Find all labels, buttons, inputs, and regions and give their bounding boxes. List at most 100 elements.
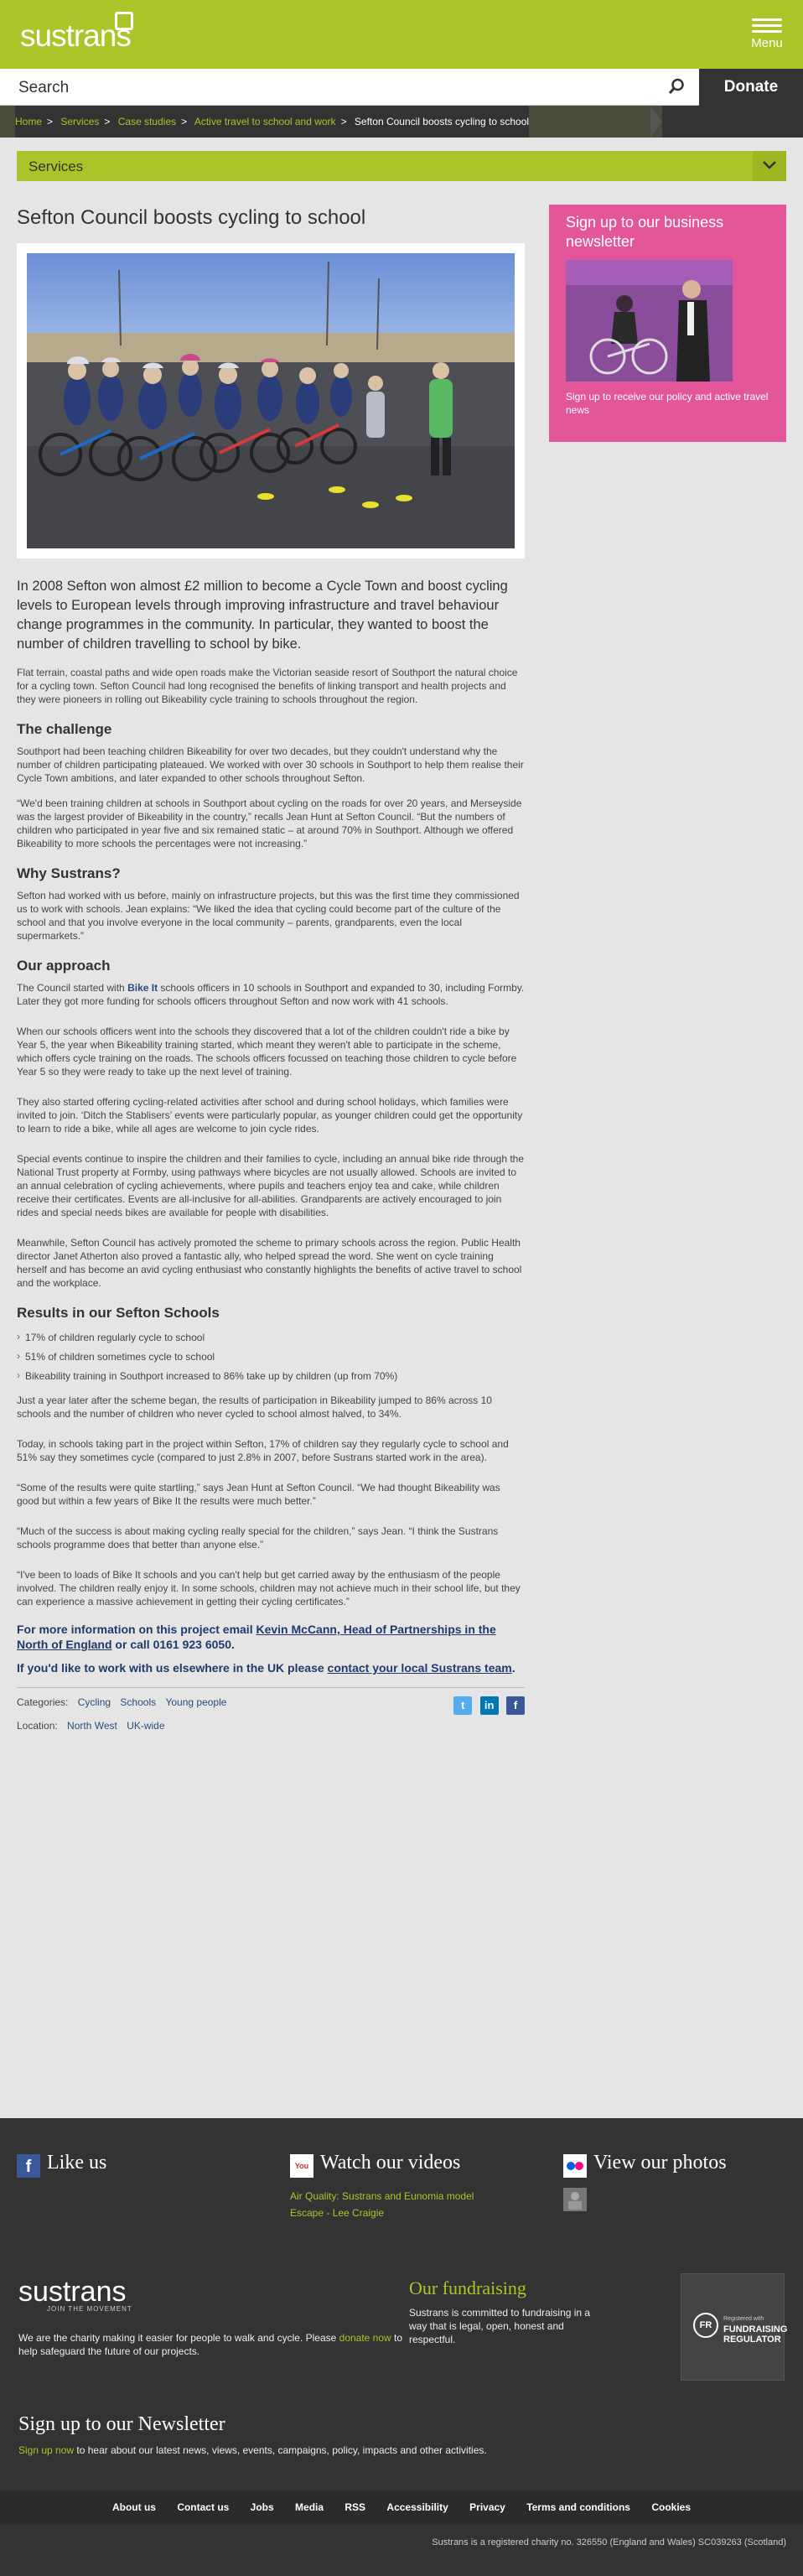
hamburger-icon xyxy=(746,18,788,33)
like-us-heading: Like us xyxy=(47,2152,107,2174)
services-label: Services xyxy=(28,158,84,174)
local-team-cta: If you'd like to work with us elsewhere … xyxy=(17,1661,515,1675)
newsletter-block: Sign up to our Newsletter Sign up now to… xyxy=(18,2413,487,2456)
results-list: 17% of children regularly cycle to schoo… xyxy=(17,1331,525,1382)
footer-nav: About us Contact us Jobs Media RSS Acces… xyxy=(0,2490,803,2524)
fundraising-regulator-badge[interactable]: FR Registered with FUNDRAISING REGULATOR xyxy=(681,2273,787,2381)
breadcrumb: Home > Services > Case studies > Active tra… xyxy=(15,106,530,138)
breadcrumb-bar: Home > Services > Case studies > Active tra… xyxy=(0,106,803,138)
chevron-down-icon xyxy=(753,151,786,181)
menu-button[interactable]: Menu xyxy=(746,15,788,50)
donate-button[interactable]: Donate xyxy=(699,69,803,106)
children-on-bikes-photo xyxy=(27,253,515,548)
share-buttons: t in f xyxy=(448,1696,525,1715)
breadcrumb-home[interactable]: Home xyxy=(15,116,42,127)
results-paragraph-2: Today, in schools taking part in the pro… xyxy=(17,1438,509,1463)
category-schools[interactable]: Schools xyxy=(120,1696,156,1708)
local-team-link[interactable]: contact your local Sustrans team xyxy=(328,1661,512,1675)
twitter-icon[interactable]: t xyxy=(453,1696,473,1715)
results-paragraph-1: Just a year later after the scheme began… xyxy=(17,1394,492,1420)
promo-image xyxy=(566,260,733,382)
category-young-people[interactable]: Young people xyxy=(165,1696,226,1708)
footer-link-privacy[interactable]: Privacy xyxy=(469,2501,505,2513)
newsletter-text: Sign up now to hear about our latest new… xyxy=(18,2444,487,2456)
newsletter-heading: Sign up to our Newsletter xyxy=(18,2413,225,2435)
logo-mark-icon xyxy=(115,12,133,30)
footer-link-accessibility[interactable]: Accessibility xyxy=(386,2501,448,2513)
linkedin-icon[interactable]: in xyxy=(479,1696,499,1715)
footer-link-about-us[interactable]: About us xyxy=(112,2501,156,2513)
lead-paragraph: In 2008 Sefton won almost £2 million to … xyxy=(17,579,508,652)
location-north-west[interactable]: North West xyxy=(67,1720,117,1732)
article: Sefton Council boosts cycling to school xyxy=(17,206,525,1732)
fr-badge-icon: FR xyxy=(693,2313,718,2338)
search-input[interactable]: Search xyxy=(18,79,69,97)
footer-link-media[interactable]: Media xyxy=(295,2501,324,2513)
footer-link-cookies[interactable]: Cookies xyxy=(651,2501,691,2513)
heading-results: Results in our Sefton Schools xyxy=(17,1305,220,1321)
breadcrumb-current: Sefton Council boosts cycling to school xyxy=(354,116,530,127)
youtube-icon: You xyxy=(290,2153,313,2178)
footer-link-rss[interactable]: RSS xyxy=(345,2501,365,2513)
bike-it-link[interactable]: Bike It xyxy=(127,982,158,994)
list-item: Bikeability training in Southport increa… xyxy=(17,1369,525,1382)
video-link-air-quality[interactable]: Air Quality: Sustrans and Eunomia model xyxy=(290,2190,474,2202)
fundraising-heading: Our fundraising xyxy=(409,2277,526,2298)
breadcrumb-case-studies[interactable]: Case studies xyxy=(118,116,176,127)
quote-2: “Much of the success is about making cyc… xyxy=(17,1525,499,1550)
location-label: Location: xyxy=(17,1720,58,1732)
view-photos-heading[interactable]: View our photos xyxy=(593,2152,727,2174)
videos-block: You Watch our videos Air Quality: Sustran… xyxy=(290,2152,474,2221)
heading-approach: Our approach xyxy=(17,958,111,974)
facebook-icon[interactable]: f xyxy=(506,1696,525,1715)
breadcrumb-active-travel[interactable]: Active travel to school and work xyxy=(194,116,336,127)
challenge-paragraph-2: “We'd been training children at schools … xyxy=(17,797,522,849)
categories-label: Categories: xyxy=(17,1696,69,1708)
breadcrumb-services[interactable]: Services xyxy=(60,116,99,127)
like-us-block[interactable]: f Like us xyxy=(17,2152,106,2178)
charity-statement: We are the charity making it easier for … xyxy=(18,2332,403,2357)
page-title: Sefton Council boosts cycling to school xyxy=(17,206,366,229)
flickr-icon xyxy=(563,2153,587,2178)
approach-paragraph-2: When our schools officers went into the … xyxy=(17,1026,517,1078)
video-link-escape[interactable]: Escape - Lee Craigie xyxy=(290,2207,384,2219)
services-dropdown[interactable]: Services xyxy=(17,151,786,181)
list-item: 17% of children regularly cycle to schoo… xyxy=(17,1331,525,1343)
category-cycling[interactable]: Cycling xyxy=(78,1696,111,1708)
registered-charity-text: Sustrans is a registered charity no. 326… xyxy=(432,2537,786,2547)
heading-challenge: The challenge xyxy=(17,721,112,737)
promo-link[interactable]: Sign up to receive our policy and active… xyxy=(549,382,786,417)
list-item: 51% of children sometimes cycle to schoo… xyxy=(17,1350,525,1363)
footer-link-jobs[interactable]: Jobs xyxy=(251,2501,274,2513)
photo-thumbnail[interactable] xyxy=(563,2187,587,2211)
fundraising-block: Our fundraising Sustrans is committed to… xyxy=(409,2277,610,2346)
location-uk-wide[interactable]: UK-wide xyxy=(127,1720,164,1732)
divider xyxy=(17,1687,525,1688)
approach-paragraph-3: They also started offering cycling-relat… xyxy=(17,1096,523,1135)
promo-title: Sign up to our business newsletter xyxy=(566,214,724,250)
donate-now-link[interactable]: donate now xyxy=(339,2332,391,2344)
search-bar: Search Donate xyxy=(0,69,803,106)
photos-block: View our photos xyxy=(563,2152,727,2211)
quote-1: “Some of the results were quite startlin… xyxy=(17,1482,500,1507)
search-icon[interactable] xyxy=(667,77,686,96)
approach-paragraph-1: The Council started with Bike It schools… xyxy=(17,982,525,1007)
sustrans-logo[interactable]: sustrans xyxy=(20,12,133,54)
site-footer: f Like us You Watch our videos Air Quality… xyxy=(0,2118,803,2576)
watch-videos-heading[interactable]: Watch our videos xyxy=(320,2152,460,2174)
facebook-icon: f xyxy=(17,2153,40,2178)
fundraising-text: Sustrans is committed to fundraising in … xyxy=(409,2307,591,2345)
footer-link-contact-us[interactable]: Contact us xyxy=(177,2501,229,2513)
hero-photo-frame xyxy=(17,243,525,558)
approach-paragraph-4: Special events continue to inspire the c… xyxy=(17,1153,525,1218)
sign-up-now-link[interactable]: Sign up now xyxy=(18,2444,74,2456)
footer-link-terms[interactable]: Terms and conditions xyxy=(526,2501,630,2513)
menu-label: Menu xyxy=(751,36,783,50)
why-paragraph: Sefton had worked with us before, mainly… xyxy=(17,890,520,942)
categories-row: Categories: Cycling Schools Young people… xyxy=(17,1696,525,1715)
footer-logo[interactable]: sustrans JOIN THE MOVEMENT xyxy=(18,2276,132,2313)
site-header: sustrans Menu xyxy=(0,0,803,69)
business-newsletter-promo[interactable]: Sign up to our business newsletter Sign … xyxy=(549,205,786,442)
contact-cta: For more information on this project ema… xyxy=(17,1623,496,1651)
approach-paragraph-5: Meanwhile, Sefton Council has actively p… xyxy=(17,1237,522,1289)
